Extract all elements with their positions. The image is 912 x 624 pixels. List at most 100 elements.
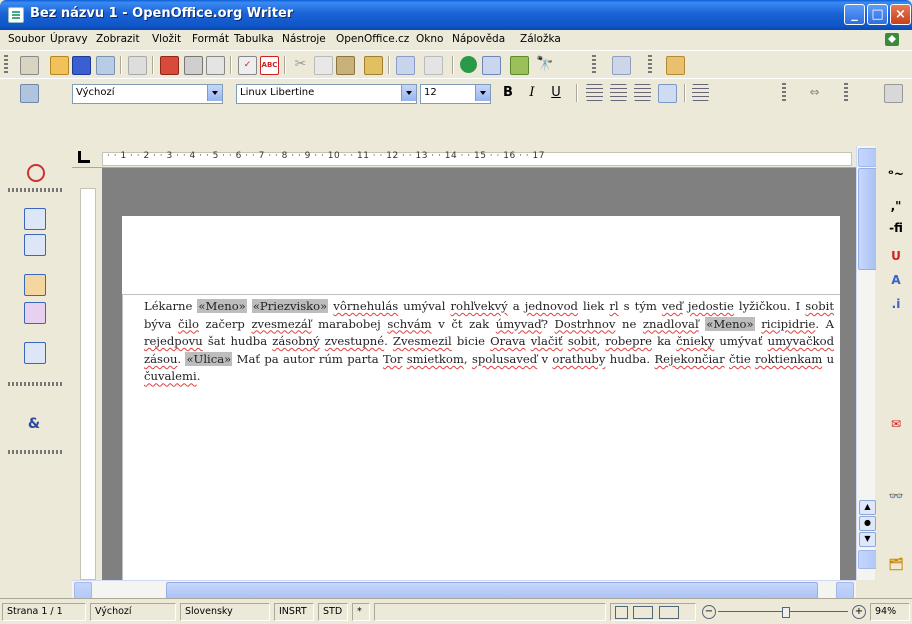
- table-icon[interactable]: [482, 56, 501, 75]
- bold-button[interactable]: B: [498, 83, 518, 103]
- menu-format[interactable]: Formát: [192, 33, 229, 45]
- autospellcheck-icon[interactable]: ABC: [260, 56, 279, 75]
- close-button[interactable]: ×: [890, 4, 911, 25]
- menu-vlozit[interactable]: Vložit: [152, 33, 181, 45]
- find-replace-icon[interactable]: 🔭: [536, 56, 553, 73]
- ligature-icon[interactable]: -fi: [886, 218, 906, 238]
- undo-icon[interactable]: [396, 56, 415, 75]
- form-letter-icon[interactable]: [24, 342, 46, 364]
- minimize-button[interactable]: _: [844, 4, 865, 25]
- selection-mode-indicator[interactable]: STD: [318, 603, 348, 621]
- next-page-button[interactable]: ▼: [859, 532, 876, 547]
- quote-icon[interactable]: ,": [886, 196, 906, 216]
- navigation-button[interactable]: ●: [859, 516, 876, 531]
- merge-field[interactable]: «Meno»: [197, 299, 247, 313]
- chevron-down-icon[interactable]: [401, 85, 416, 101]
- ampersand-icon[interactable]: &: [24, 414, 44, 434]
- save-icon[interactable]: [72, 56, 91, 75]
- horizontal-ruler[interactable]: · · 1 · · 2 · · 3 · · 4 · · 5 · · 6 · · …: [72, 146, 860, 168]
- redo-icon[interactable]: [424, 56, 443, 75]
- properties-icon[interactable]: [884, 84, 903, 103]
- merge-field[interactable]: «Meno»: [705, 316, 755, 331]
- toolbar-grip[interactable]: [782, 83, 786, 103]
- merge-field[interactable]: «Ulica»: [185, 351, 233, 366]
- navigator-icon[interactable]: [612, 56, 631, 75]
- horizontal-scrollbar[interactable]: [72, 580, 856, 600]
- insert-special-icon[interactable]: ⇔: [806, 84, 823, 101]
- new-document-icon[interactable]: [20, 56, 39, 75]
- document-canvas[interactable]: Lékarne «Meno» «Priezvisko» vôrnehulás u…: [102, 168, 856, 580]
- gallery-icon[interactable]: [666, 56, 685, 75]
- copy-icon[interactable]: [314, 56, 333, 75]
- magnet-icon[interactable]: U: [886, 246, 906, 266]
- menu-okno[interactable]: Okno: [416, 33, 443, 45]
- language-indicator[interactable]: Slovensky: [180, 603, 270, 621]
- zoom-slider[interactable]: − +: [702, 603, 866, 621]
- gallery-side-icon[interactable]: 🗂: [886, 554, 906, 574]
- font-size-combo[interactable]: 12: [420, 84, 491, 104]
- menu-soubor[interactable]: Soubor: [8, 33, 45, 45]
- show-draw-functions-icon[interactable]: [510, 56, 529, 75]
- multi-page-view-icon[interactable]: [633, 606, 653, 619]
- zoom-percent[interactable]: 94%: [870, 603, 910, 621]
- print-preview-icon[interactable]: [206, 56, 225, 75]
- merge-field[interactable]: «Priezvisko»: [251, 299, 329, 313]
- menu-openoffice-cz[interactable]: OpenOffice.cz: [336, 33, 409, 45]
- insert-field-2-icon[interactable]: [24, 234, 46, 256]
- menu-upravy[interactable]: Úpravy: [50, 33, 88, 45]
- menu-zalozka[interactable]: Záložka: [520, 33, 561, 45]
- scroll-down-button[interactable]: [858, 550, 877, 569]
- hyperlink-icon[interactable]: [460, 56, 477, 73]
- menu-tabulka[interactable]: Tabulka: [234, 33, 274, 45]
- menu-zobrazit[interactable]: Zobrazit: [96, 33, 140, 45]
- edit-file-icon[interactable]: [128, 56, 147, 75]
- info-icon[interactable]: .i: [886, 294, 906, 314]
- styles-formatting-icon[interactable]: [20, 84, 39, 103]
- font-name-combo[interactable]: Linux Libertine: [236, 84, 417, 104]
- title-bar[interactable]: Bez názvu 1 - OpenOffice.org Writer _ □ …: [0, 0, 912, 30]
- italic-button[interactable]: I: [522, 83, 542, 103]
- document-page[interactable]: Lékarne «Meno» «Priezvisko» vôrnehulás u…: [122, 216, 840, 580]
- chevron-down-icon[interactable]: [207, 85, 222, 101]
- vertical-scrollbar[interactable]: ▲ ● ▼: [856, 146, 877, 580]
- tab-stop-icon[interactable]: [78, 151, 90, 163]
- export-pdf-icon[interactable]: [160, 56, 179, 75]
- zoom-thumb[interactable]: [782, 607, 790, 618]
- vertical-ruler[interactable]: [72, 168, 102, 580]
- zoom-out-icon[interactable]: −: [702, 605, 716, 619]
- underline-button[interactable]: U: [546, 83, 566, 103]
- font-effects-icon[interactable]: A: [886, 270, 906, 290]
- menu-nastroje[interactable]: Nástroje: [282, 33, 326, 45]
- scroll-up-button[interactable]: [858, 148, 877, 167]
- toolbar-grip[interactable]: [844, 83, 848, 103]
- language-icon[interactable]: ✉: [886, 414, 906, 434]
- print-icon[interactable]: [184, 56, 203, 75]
- single-page-view-icon[interactable]: [615, 606, 628, 619]
- numbering-icon[interactable]: [692, 84, 709, 101]
- page-indicator[interactable]: Strana 1 / 1: [2, 603, 86, 621]
- zoom-in-icon[interactable]: +: [852, 605, 866, 619]
- record-changes-icon[interactable]: [27, 164, 45, 182]
- justify-icon[interactable]: [658, 84, 677, 103]
- document-text[interactable]: Lékarne «Meno» «Priezvisko» vôrnehulás u…: [144, 298, 834, 386]
- cut-icon[interactable]: ✂: [292, 56, 309, 73]
- toolbar-grip[interactable]: [4, 55, 8, 75]
- align-center-icon[interactable]: [610, 84, 627, 101]
- toolbar-grip[interactable]: [592, 55, 596, 75]
- clone-formatting-icon[interactable]: [364, 56, 383, 75]
- spellcheck-icon[interactable]: ✓: [238, 56, 257, 75]
- maximize-button[interactable]: □: [867, 4, 888, 25]
- email-icon[interactable]: [96, 56, 115, 75]
- previous-page-button[interactable]: ▲: [859, 500, 876, 515]
- format-marks-icon[interactable]: ᵒ~: [886, 164, 906, 184]
- paste-icon[interactable]: [336, 56, 355, 75]
- scroll-thumb[interactable]: [858, 168, 877, 270]
- align-left-icon[interactable]: [586, 84, 603, 101]
- paragraph-style-combo[interactable]: Výchozí: [72, 84, 223, 104]
- page-style-indicator[interactable]: Výchozí: [90, 603, 176, 621]
- toolbar-grip[interactable]: [648, 55, 652, 75]
- mail-merge-2-icon[interactable]: [24, 302, 46, 324]
- insert-field-icon[interactable]: [24, 208, 46, 230]
- chevron-down-icon[interactable]: [475, 85, 490, 101]
- find-icon[interactable]: 👓: [886, 486, 906, 506]
